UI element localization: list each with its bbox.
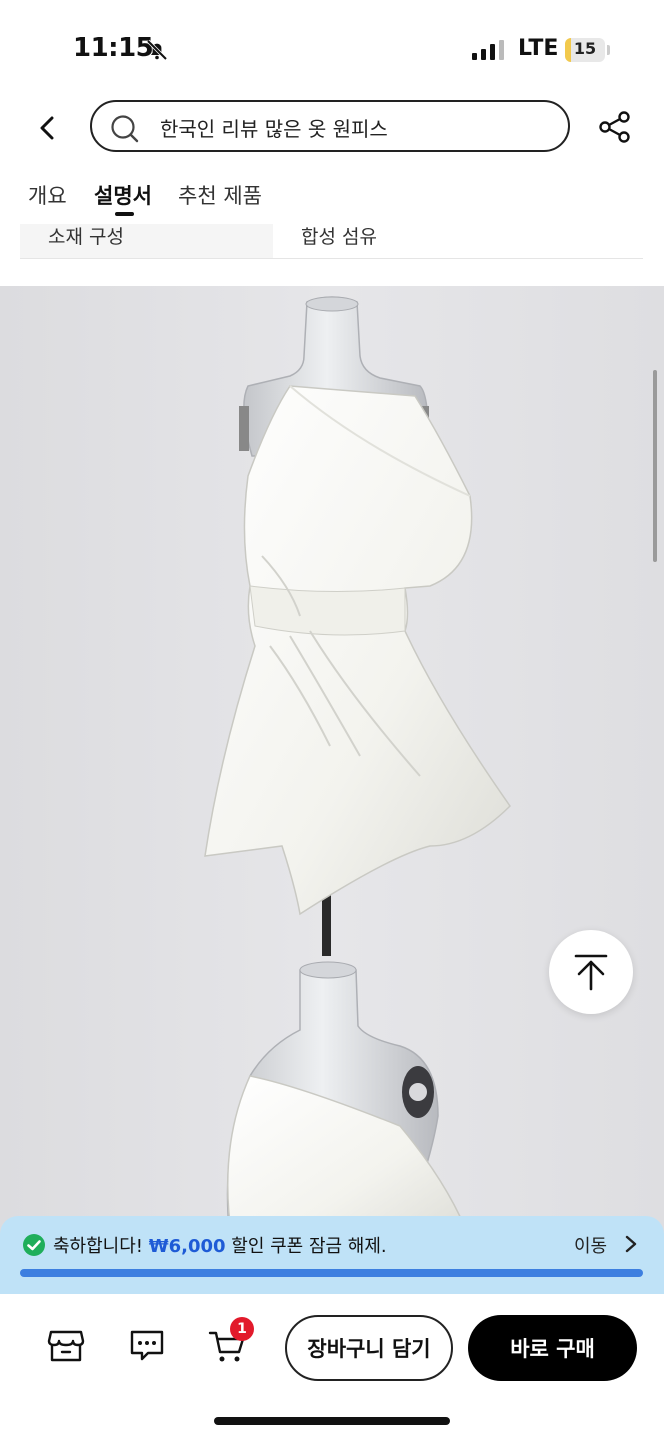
search-input[interactable] <box>158 111 542 143</box>
spec-key: 소재 구성 <box>48 226 124 248</box>
coupon-go-link[interactable]: 이동 <box>574 1232 607 1258</box>
coupon-banner[interactable]: 축하합니다! ₩6,000 할인 쿠폰 잠금 해제. 이동 <box>0 1216 664 1294</box>
coupon-message: 축하합니다! ₩6,000 할인 쿠폰 잠금 해제. <box>53 1232 387 1258</box>
home-indicator <box>214 1417 450 1425</box>
chevron-right-icon[interactable] <box>624 1234 638 1254</box>
active-tab-indicator <box>115 212 134 216</box>
check-circle-icon <box>23 1234 45 1256</box>
tab-description[interactable]: 설명서 <box>94 180 152 210</box>
battery-icon: 15 <box>565 38 605 62</box>
coupon-progress-bar <box>20 1269 643 1277</box>
spec-row: 소재 구성 합성 섬유 <box>20 224 643 259</box>
tab-recommended[interactable]: 추천 제품 <box>178 180 262 210</box>
buy-now-button[interactable]: 바로 구매 <box>468 1315 637 1381</box>
coupon-suffix: 할인 쿠폰 잠금 해제. <box>231 1236 387 1257</box>
signal-icon <box>472 40 504 60</box>
scrollbar[interactable] <box>653 370 657 562</box>
coupon-amount: ₩6,000 <box>148 1236 226 1257</box>
tab-overview[interactable]: 개요 <box>28 180 67 210</box>
battery-level: 15 <box>573 39 597 58</box>
bell-muted-icon <box>146 39 168 61</box>
product-image-gallery[interactable] <box>0 286 664 1240</box>
spec-value: 합성 섬유 <box>301 226 377 248</box>
add-to-cart-button[interactable]: 장바구니 담기 <box>285 1315 453 1381</box>
store-icon[interactable] <box>47 1328 85 1364</box>
arrow-up-icon <box>574 954 608 991</box>
battery-cap <box>607 45 610 55</box>
network-type: LTE <box>518 36 559 61</box>
chat-icon[interactable] <box>128 1328 166 1364</box>
search-bar[interactable] <box>90 100 570 152</box>
status-time: 11:15 <box>73 33 154 63</box>
cart-count-badge: 1 <box>230 1317 254 1341</box>
spec-key-cell: 소재 구성 <box>20 224 273 258</box>
scroll-to-top-button[interactable] <box>549 930 633 1014</box>
share-icon[interactable] <box>598 110 632 144</box>
coupon-prefix: 축하합니다! <box>53 1236 144 1257</box>
status-bar: 11:15 LTE 15 <box>0 0 664 96</box>
product-image <box>0 286 664 1240</box>
search-icon <box>111 115 139 143</box>
back-arrow-icon[interactable] <box>32 110 64 146</box>
